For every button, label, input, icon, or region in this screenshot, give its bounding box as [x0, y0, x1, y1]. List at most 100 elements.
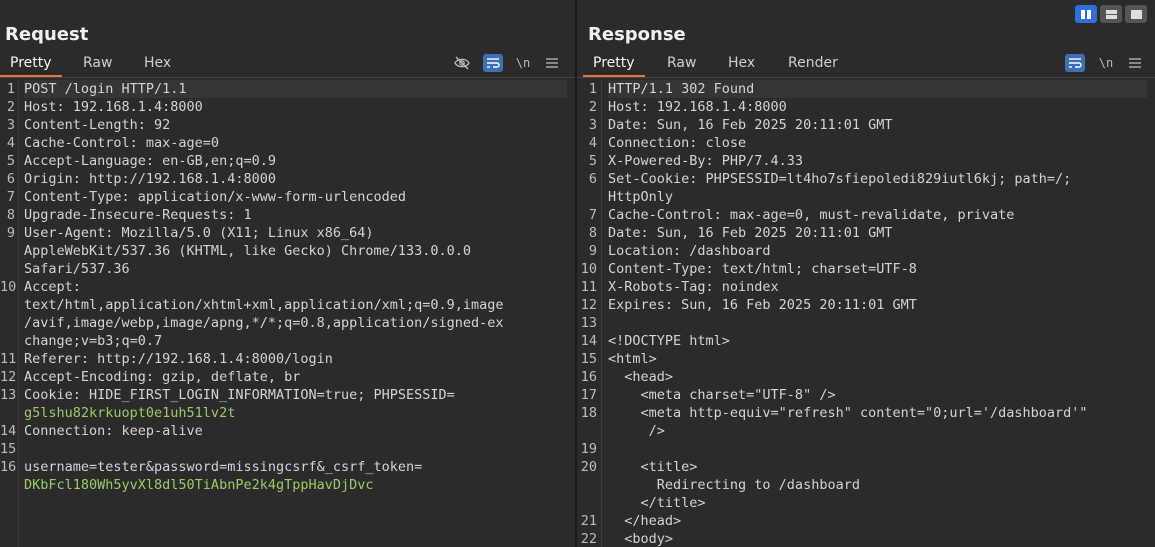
line-number: 16: [0, 459, 17, 475]
response-line: 7 Cache-Control: max-age=0, must-revalida…: [577, 206, 1155, 224]
request-line: /avif,image/webp,image/apng,*/*;q=0.8,ap…: [0, 314, 575, 332]
response-line: 17 <meta charset="UTF-8" />: [577, 386, 1155, 404]
line-text: </head>: [608, 513, 682, 529]
line-number: 21: [580, 513, 597, 529]
response-tab-pretty[interactable]: Pretty: [583, 51, 645, 77]
response-line: 10 Content-Type: text/html; charset=UTF-8: [577, 260, 1155, 278]
single-pane-icon[interactable]: [1125, 5, 1147, 23]
request-tab-raw[interactable]: Raw: [73, 51, 122, 75]
line-number: 6: [588, 171, 597, 187]
response-tab-raw[interactable]: Raw: [657, 51, 706, 75]
line-text: AppleWebKit/537.36 (KHTML, like Gecko) C…: [24, 243, 472, 259]
word-wrap-icon[interactable]: [483, 54, 503, 72]
request-tab-pretty[interactable]: Pretty: [0, 51, 62, 77]
line-number: 7: [6, 189, 15, 205]
response-line: 13: [577, 314, 1155, 332]
request-line: 6 Origin: http://192.168.1.4:8000: [0, 170, 575, 188]
line-text: <meta http-equiv="refresh" content="0;ur…: [608, 405, 1088, 421]
response-tab-hex[interactable]: Hex: [718, 51, 765, 75]
response-line: 11 X-Robots-Tag: noindex: [577, 278, 1155, 296]
line-number: 13: [580, 315, 597, 331]
line-number: 17: [580, 387, 597, 403]
request-tab-hex[interactable]: Hex: [134, 51, 181, 75]
line-text: Cookie: HIDE_FIRST_LOGIN_INFORMATION=tru…: [24, 387, 455, 403]
line-text: <body>: [608, 531, 674, 547]
line-number: 15: [0, 441, 17, 457]
line-number: 14: [0, 423, 17, 439]
response-line: 4 Connection: close: [577, 134, 1155, 152]
line-text: Connection: close: [608, 135, 747, 151]
line-text: Date: Sun, 16 Feb 2025 20:11:01 GMT: [608, 225, 893, 241]
response-line: 22 <body>: [577, 530, 1155, 547]
line-number: 22: [580, 531, 597, 547]
response-editor[interactable]: 1 HTTP/1.1 302 Found 2 Host: 192.168.1.4:80…: [577, 80, 1155, 547]
response-line: 2 Host: 192.168.1.4:8000: [577, 98, 1155, 116]
request-line: 16 username=tester&password=missingcsrf&_…: [0, 458, 575, 476]
line-text: Safari/537.36: [24, 261, 130, 277]
response-line: 21 </head>: [577, 512, 1155, 530]
request-line: 5 Accept-Language: en-GB,en;q=0.9: [0, 152, 575, 170]
split-vertical-icon[interactable]: [1075, 5, 1097, 23]
request-pane: Request Pretty Raw Hex \n 1 POST /login H…: [0, 0, 575, 547]
line-text: <head>: [608, 369, 674, 385]
line-text: Referer: http://192.168.1.4:8000/login: [24, 351, 333, 367]
line-number: 5: [6, 153, 15, 169]
menu-icon[interactable]: [1125, 54, 1145, 72]
line-number: 20: [580, 459, 597, 475]
line-text: <!DOCTYPE html>: [608, 333, 730, 349]
response-tab-render[interactable]: Render: [778, 51, 848, 75]
line-text: Content-Type: text/html; charset=UTF-8: [608, 261, 917, 277]
line-number: 10: [580, 261, 597, 277]
split-horizontal-icon[interactable]: [1100, 5, 1122, 23]
line-text: Cache-Control: max-age=0: [24, 135, 220, 151]
response-line: 8 Date: Sun, 16 Feb 2025 20:11:01 GMT: [577, 224, 1155, 242]
response-line: 20 <title>: [577, 458, 1155, 476]
response-line: />: [577, 422, 1155, 440]
line-text: Expires: Sun, 16 Feb 2025 20:11:01 GMT: [608, 297, 917, 313]
line-text: Host: 192.168.1.4:8000: [608, 99, 787, 115]
newline-icon[interactable]: \n: [1096, 54, 1116, 72]
line-text: Accept-Encoding: gzip, deflate, br: [24, 369, 301, 385]
newline-icon[interactable]: \n: [513, 54, 533, 72]
response-line: 14 <!DOCTYPE html>: [577, 332, 1155, 350]
line-text: <title>: [608, 459, 698, 475]
line-text: Connection: keep-alive: [24, 423, 203, 439]
line-number: 2: [6, 99, 15, 115]
line-number: 5: [588, 153, 597, 169]
line-number: 3: [6, 117, 15, 133]
line-text: Host: 192.168.1.4:8000: [24, 99, 203, 115]
response-line: 15 <html>: [577, 350, 1155, 368]
line-text: Accept:: [24, 279, 81, 295]
line-number: 12: [580, 297, 597, 313]
line-text: HttpOnly: [608, 189, 674, 205]
word-wrap-icon[interactable]: [1065, 54, 1085, 72]
line-number: 8: [588, 225, 597, 241]
line-number: 4: [6, 135, 15, 151]
request-line: g5lshu82krkuopt0e1uh51lv2t: [0, 404, 575, 422]
line-text: POST /login HTTP/1.1: [24, 80, 567, 98]
line-number: 9: [588, 243, 597, 259]
line-text: <meta charset="UTF-8" />: [608, 387, 836, 403]
line-text: text/html,application/xhtml+xml,applicat…: [24, 297, 504, 313]
response-line: 1 HTTP/1.1 302 Found: [577, 80, 1155, 98]
line-number: 4: [588, 135, 597, 151]
line-text: Redirecting to /dashboard: [608, 477, 860, 493]
line-text: Location: /dashboard: [608, 243, 771, 259]
response-line: Redirecting to /dashboard: [577, 476, 1155, 494]
line-number: 13: [0, 387, 17, 403]
line-number: 2: [588, 99, 597, 115]
request-line: 9 User-Agent: Mozilla/5.0 (X11; Linux x86…: [0, 224, 575, 242]
line-number: 16: [580, 369, 597, 385]
menu-icon[interactable]: [542, 54, 562, 72]
request-line: 2 Host: 192.168.1.4:8000: [0, 98, 575, 116]
response-line: 5 X-Powered-By: PHP/7.4.33: [577, 152, 1155, 170]
eye-slash-icon[interactable]: [452, 54, 472, 72]
request-line: 1 POST /login HTTP/1.1: [0, 80, 575, 98]
request-editor[interactable]: 1 POST /login HTTP/1.1 2 Host: 192.168.1.4:…: [0, 80, 575, 547]
line-text: DKbFcl180Wh5yvXl8dl50TiAbnPe2k4gTppHavDj…: [24, 477, 374, 493]
line-text: User-Agent: Mozilla/5.0 (X11; Linux x86_…: [24, 225, 374, 241]
line-number: 15: [580, 351, 597, 367]
request-line: DKbFcl180Wh5yvXl8dl50TiAbnPe2k4gTppHavDj…: [0, 476, 575, 494]
line-text: Content-Type: application/x-www-form-url…: [24, 189, 407, 205]
request-line: text/html,application/xhtml+xml,applicat…: [0, 296, 575, 314]
